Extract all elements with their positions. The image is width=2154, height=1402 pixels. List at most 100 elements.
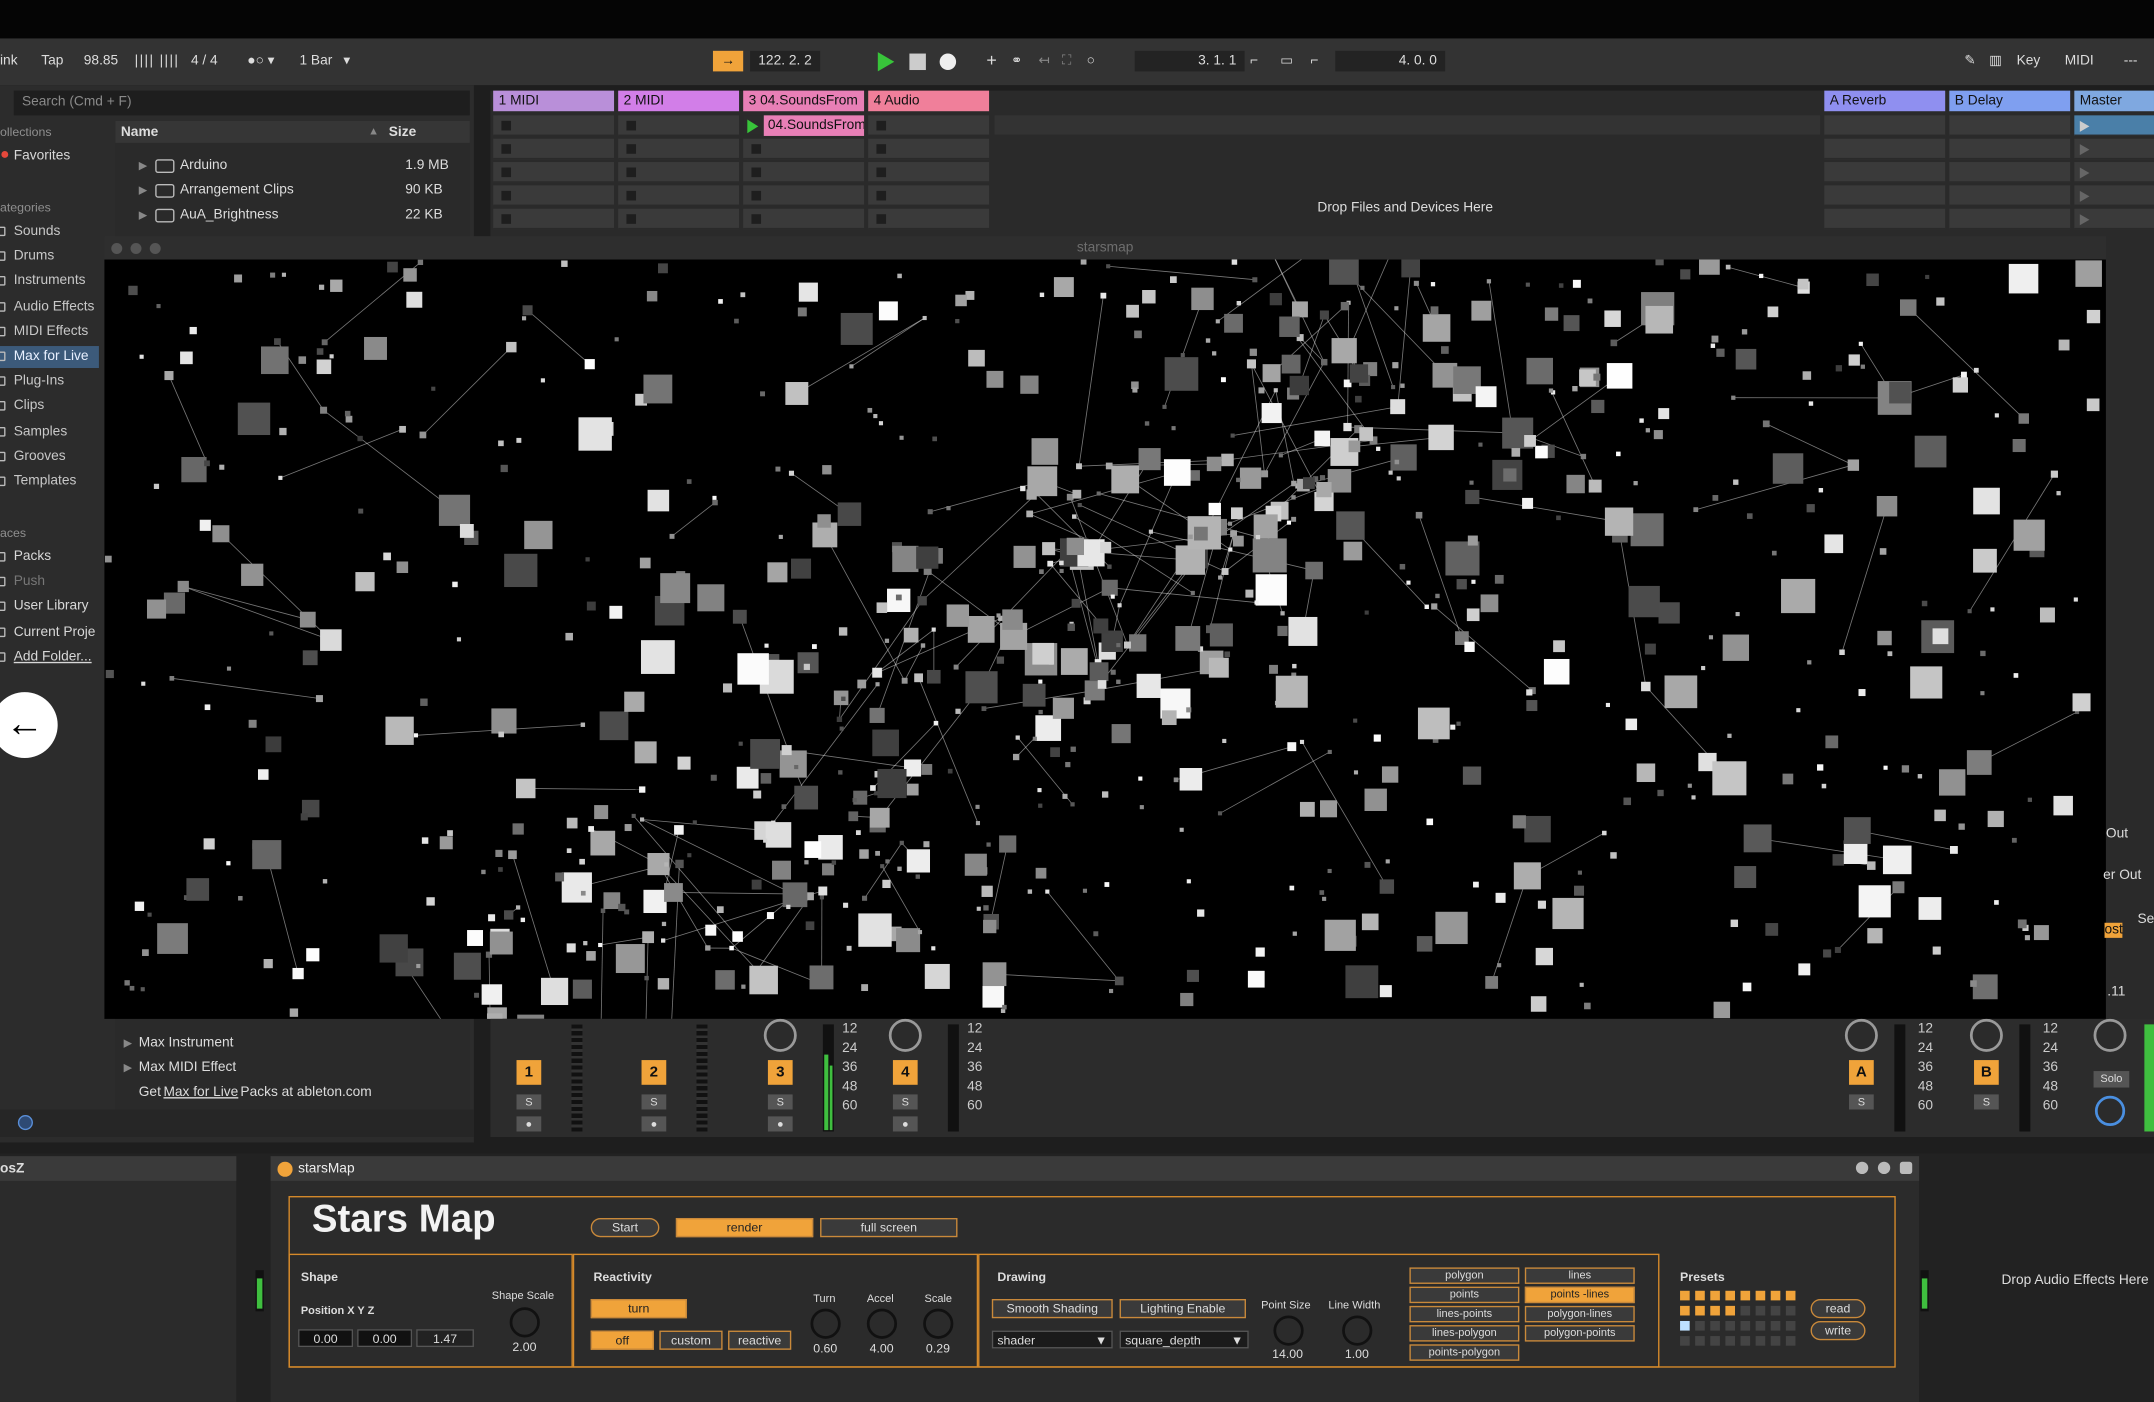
stop-clip-icon[interactable]: [501, 167, 512, 178]
preset-slot[interactable]: [1725, 1290, 1736, 1301]
return-activator-button[interactable]: A: [1849, 1060, 1874, 1085]
preset-slot[interactable]: [1710, 1305, 1720, 1316]
preset-slot[interactable]: [1695, 1320, 1705, 1331]
stop-clip-icon[interactable]: [626, 190, 637, 201]
track-activator-button[interactable]: 3: [767, 1060, 793, 1085]
return-track-header[interactable]: A Reverb: [1824, 90, 1946, 112]
preset-slot[interactable]: [1680, 1290, 1690, 1301]
cue-volume-knob[interactable]: [2094, 1095, 2126, 1126]
sidebar-item-place[interactable]: Push: [0, 571, 99, 593]
solo-button[interactable]: S: [892, 1094, 918, 1110]
stop-clip-icon[interactable]: [876, 167, 887, 178]
draw-mode-button[interactable]: polygon-lines: [1524, 1305, 1635, 1323]
quantize-menu[interactable]: 1 Bar: [299, 54, 332, 69]
shape-scale-knob[interactable]: [509, 1307, 540, 1338]
pan-knob[interactable]: [1844, 1018, 1878, 1052]
custom-mode-button[interactable]: custom: [659, 1330, 723, 1350]
zoom-window-icon[interactable]: [149, 243, 161, 255]
stop-clip-icon[interactable]: [501, 120, 512, 131]
sidebar-item-category[interactable]: Instruments: [0, 271, 99, 293]
off-mode-button[interactable]: off: [590, 1330, 654, 1350]
preset-slot[interactable]: [1755, 1305, 1766, 1316]
track-header[interactable]: 1 MIDI: [493, 90, 615, 112]
preset-slot[interactable]: [1785, 1336, 1796, 1346]
scene-launch-icon[interactable]: [2079, 214, 2090, 226]
nudge-icon[interactable]: |||| ||||: [135, 54, 180, 69]
clip-slot[interactable]: [493, 162, 615, 183]
arm-button[interactable]: ●: [892, 1116, 918, 1132]
sidebar-item-category[interactable]: MIDI Effects: [0, 321, 99, 343]
clip-slot[interactable]: [493, 208, 615, 230]
solo-button[interactable]: S: [767, 1094, 793, 1110]
draw-mode-button[interactable]: polygon-points: [1524, 1325, 1635, 1342]
sidebar-item-category[interactable]: Clips: [0, 395, 99, 417]
preset-slot[interactable]: [1770, 1290, 1781, 1301]
clip-slot[interactable]: [2074, 115, 2154, 136]
master-volume-knob[interactable]: [2093, 1018, 2127, 1052]
record-icon[interactable]: [939, 53, 957, 71]
position-z-field[interactable]: 1.47: [416, 1329, 474, 1348]
stop-icon[interactable]: [909, 53, 926, 71]
expand-icon[interactable]: ▶: [139, 159, 147, 171]
preset-slot[interactable]: [1755, 1320, 1766, 1331]
draw-mode-button[interactable]: points: [1409, 1286, 1520, 1304]
clip-slot[interactable]: [618, 138, 740, 160]
session-record-icon[interactable]: ○: [1087, 54, 1095, 69]
sidebar-item-category[interactable]: Samples: [0, 422, 99, 444]
sidebar-item-category[interactable]: Templates: [0, 471, 99, 493]
line-width-knob[interactable]: [1342, 1315, 1373, 1346]
preset-slot[interactable]: [1740, 1305, 1751, 1316]
preset-slot[interactable]: [1725, 1320, 1736, 1331]
clip-slot[interactable]: [618, 185, 740, 206]
capture-icon[interactable]: ⛶: [1062, 54, 1072, 69]
start-button[interactable]: Start: [590, 1217, 660, 1238]
clip-slot[interactable]: [2074, 208, 2154, 230]
stop-clip-icon[interactable]: [751, 144, 762, 154]
play-clip-icon[interactable]: [747, 119, 759, 134]
clip-slot[interactable]: [868, 208, 990, 230]
lighting-enable-button[interactable]: Lighting Enable: [1119, 1299, 1246, 1319]
shader-menu[interactable]: shader ▼: [991, 1330, 1113, 1349]
depth-menu[interactable]: square_depth ▼: [1119, 1330, 1249, 1349]
max-for-live-link[interactable]: Max for Live: [163, 1085, 238, 1100]
sidebar-item-category[interactable]: Drums: [0, 246, 99, 268]
overdub-icon[interactable]: +: [986, 49, 996, 70]
device-power-icon[interactable]: [277, 1161, 293, 1177]
preset-slot[interactable]: [1770, 1336, 1781, 1346]
arm-button[interactable]: ●: [641, 1116, 667, 1132]
edit-device-icon[interactable]: [1877, 1161, 1891, 1175]
preset-slot[interactable]: [1695, 1305, 1705, 1316]
solo-button[interactable]: S: [1974, 1094, 1999, 1110]
clip-slot[interactable]: [1824, 208, 1946, 230]
play-icon[interactable]: [877, 52, 895, 72]
clip-slot[interactable]: [2074, 162, 2154, 183]
solo-cue-button[interactable]: Solo: [2093, 1071, 2130, 1088]
clip-slot[interactable]: [618, 208, 740, 230]
clip-slot[interactable]: [743, 208, 865, 230]
stop-clip-icon[interactable]: [626, 144, 637, 154]
clip[interactable]: 04.SoundsFrom: [763, 115, 865, 136]
track-activator-button[interactable]: 4: [892, 1060, 918, 1085]
stop-clip-icon[interactable]: [501, 214, 512, 224]
device-settings-icon[interactable]: [1855, 1161, 1869, 1175]
track-header[interactable]: 3 04.SoundsFrom: [743, 90, 865, 112]
loop-length[interactable]: 4. 0. 0: [1335, 50, 1446, 72]
preset-slot[interactable]: [1725, 1305, 1736, 1316]
clip-slot[interactable]: [1824, 162, 1946, 183]
clip-slot[interactable]: [493, 138, 615, 160]
automation-arm-icon[interactable]: ⚭: [1011, 54, 1023, 69]
arm-button[interactable]: ●: [767, 1116, 793, 1132]
sidebar-item-place[interactable]: Packs: [0, 547, 99, 569]
stop-clip-icon[interactable]: [626, 120, 637, 131]
pan-knob[interactable]: [888, 1018, 922, 1052]
follow-icon[interactable]: →: [712, 50, 744, 72]
preset-slot[interactable]: [1740, 1320, 1751, 1331]
preset-slot[interactable]: [1695, 1290, 1705, 1301]
clip-slot[interactable]: [618, 115, 740, 136]
stop-clip-icon[interactable]: [751, 190, 762, 201]
stop-clip-icon[interactable]: [876, 120, 887, 131]
clip-slot[interactable]: [493, 185, 615, 206]
list-item[interactable]: ▶ Max Instrument: [115, 1033, 469, 1058]
list-item[interactable]: ▶ Max MIDI Effect: [115, 1057, 469, 1082]
punch-in-icon[interactable]: ⌐: [1250, 54, 1258, 69]
